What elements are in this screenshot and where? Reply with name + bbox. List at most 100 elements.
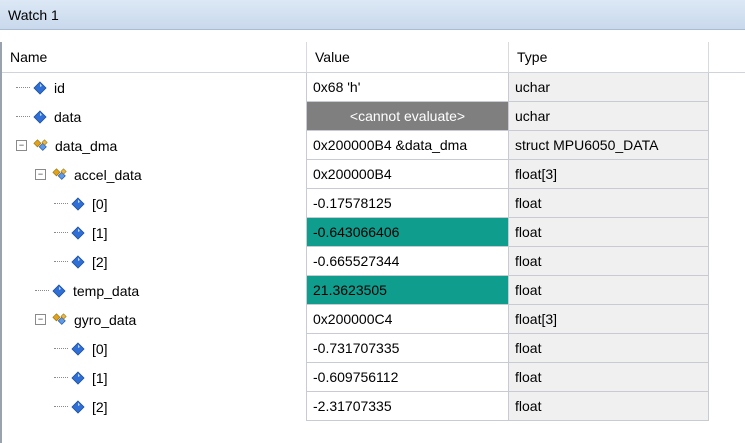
value-cell[interactable]: -0.731707335: [307, 334, 509, 363]
row-filler: [709, 73, 745, 102]
row-filler: [709, 218, 745, 247]
variable-value: -0.17578125: [313, 195, 392, 211]
row-filler: [709, 334, 745, 363]
collapse-minus-icon[interactable]: −: [35, 314, 46, 325]
row-filler: [709, 160, 745, 189]
variable-value: -2.31707335: [313, 398, 392, 414]
column-header-type-label: Type: [517, 49, 548, 65]
variable-type: uchar: [515, 108, 551, 124]
variable-name: [1]: [92, 224, 108, 241]
value-cell[interactable]: 0x200000C4: [307, 305, 509, 334]
tree-connector: [54, 347, 68, 350]
row-filler: [709, 102, 745, 131]
variable-diamond-icon: [70, 225, 86, 241]
value-cell[interactable]: <cannot evaluate>: [307, 102, 509, 131]
watch-row[interactable]: − data_dma 0x200000B4 &data_dma struct MPU6…: [2, 131, 745, 160]
watch-row[interactable]: [1] -0.643066406 float: [2, 218, 745, 247]
name-cell[interactable]: id: [2, 73, 307, 102]
collapse-minus-icon[interactable]: −: [16, 140, 27, 151]
watch-row[interactable]: id 0x68 'h' uchar: [2, 73, 745, 102]
value-cell[interactable]: 0x200000B4 &data_dma: [307, 131, 509, 160]
variable-type: float[3]: [515, 166, 558, 182]
tree-connector: [54, 231, 68, 234]
column-header-value-label: Value: [315, 49, 350, 65]
row-filler: [709, 247, 745, 276]
value-cell[interactable]: -0.609756112: [307, 363, 509, 392]
value-cell[interactable]: -0.17578125: [307, 189, 509, 218]
variable-type: float: [515, 340, 542, 356]
name-cell[interactable]: − gyro_data: [2, 305, 307, 334]
variable-name: [0]: [92, 195, 108, 212]
variable-diamond-icon: [70, 341, 86, 357]
name-cell[interactable]: data: [2, 102, 307, 131]
value-cell[interactable]: -0.665527344: [307, 247, 509, 276]
tree-connector: [16, 86, 30, 89]
variable-name: id: [54, 79, 65, 96]
name-cell[interactable]: − data_dma: [2, 131, 307, 160]
struct-members-icon: [33, 138, 49, 154]
watch-row[interactable]: [1] -0.609756112 float: [2, 363, 745, 392]
variable-type: uchar: [515, 79, 551, 95]
type-cell: float[3]: [509, 160, 709, 189]
watch-row[interactable]: [0] -0.17578125 float: [2, 189, 745, 218]
row-filler: [709, 276, 745, 305]
variable-type: struct MPU6050_DATA: [515, 137, 659, 153]
struct-members-icon: [52, 167, 68, 183]
value-cell[interactable]: 21.3623505: [307, 276, 509, 305]
tree-connector: [54, 376, 68, 379]
value-cell[interactable]: 0x200000B4: [307, 160, 509, 189]
name-cell[interactable]: [1]: [2, 218, 307, 247]
tree-connector: [54, 260, 68, 263]
name-cell[interactable]: temp_data: [2, 276, 307, 305]
value-cell[interactable]: 0x68 'h': [307, 73, 509, 102]
window-title-bar[interactable]: Watch 1: [0, 0, 745, 30]
name-cell[interactable]: [0]: [2, 189, 307, 218]
name-cell[interactable]: [1]: [2, 363, 307, 392]
variable-name: temp_data: [73, 282, 140, 299]
watch-row[interactable]: [2] -0.665527344 float: [2, 247, 745, 276]
type-cell: float[3]: [509, 305, 709, 334]
variable-type: float: [515, 398, 542, 414]
variable-value: -0.731707335: [313, 340, 400, 356]
watch-row[interactable]: − gyro_data 0x200000C4 float[3]: [2, 305, 745, 334]
column-header-type[interactable]: Type: [509, 42, 709, 72]
name-cell[interactable]: [2]: [2, 392, 307, 421]
variable-value: -0.609756112: [313, 369, 399, 385]
row-filler: [709, 131, 745, 160]
value-cell[interactable]: -2.31707335: [307, 392, 509, 421]
tree-connector: [16, 115, 30, 118]
variable-value: -0.665527344: [313, 253, 400, 269]
name-cell[interactable]: [0]: [2, 334, 307, 363]
watch-row[interactable]: − accel_data 0x200000B4 float[3]: [2, 160, 745, 189]
variable-diamond-icon: [32, 80, 48, 96]
variable-name: accel_data: [74, 166, 142, 183]
column-header-name[interactable]: Name: [2, 42, 307, 72]
tree-connector: [35, 289, 49, 292]
variable-diamond-icon: [70, 370, 86, 386]
collapse-minus-icon[interactable]: −: [35, 169, 46, 180]
watch-row[interactable]: [0] -0.731707335 float: [2, 334, 745, 363]
column-header-value[interactable]: Value: [307, 42, 509, 72]
value-cell[interactable]: -0.643066406: [307, 218, 509, 247]
variable-value: 0x200000B4 &data_dma: [313, 137, 468, 153]
window-title: Watch 1: [8, 6, 59, 23]
type-cell: float: [509, 189, 709, 218]
watch-grid: Name Value Type id 0x68 'h' uchar data <cann…: [0, 42, 745, 443]
variable-value: 0x200000C4: [313, 311, 393, 327]
watch-window: Watch 1 Name Value Type id 0x68 'h' uchar d…: [0, 0, 745, 443]
watch-row[interactable]: [2] -2.31707335 float: [2, 392, 745, 421]
watch-rows: id 0x68 'h' uchar data <cannot evaluate> ucha…: [2, 73, 745, 421]
variable-type: float: [515, 253, 542, 269]
variable-name: [2]: [92, 398, 108, 415]
watch-row[interactable]: temp_data 21.3623505 float: [2, 276, 745, 305]
column-header-filler: [709, 42, 745, 72]
variable-diamond-icon: [32, 109, 48, 125]
watch-row[interactable]: data <cannot evaluate> uchar: [2, 102, 745, 131]
variable-name: [1]: [92, 369, 108, 386]
name-cell[interactable]: [2]: [2, 247, 307, 276]
name-cell[interactable]: − accel_data: [2, 160, 307, 189]
type-cell: float: [509, 276, 709, 305]
type-cell: uchar: [509, 102, 709, 131]
type-cell: struct MPU6050_DATA: [509, 131, 709, 160]
column-header-row: Name Value Type: [2, 42, 745, 73]
